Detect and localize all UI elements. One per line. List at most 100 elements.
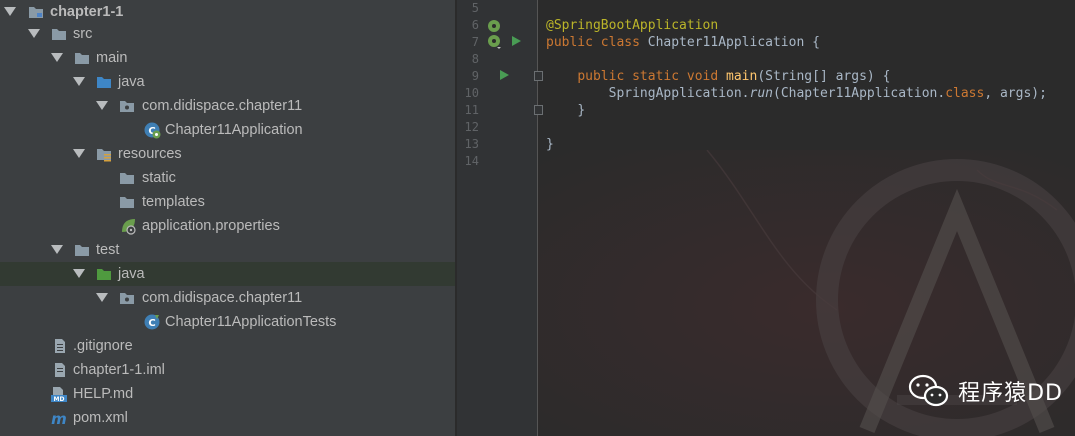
- tree-item-package-test[interactable]: com.didispace.chapter11: [0, 286, 455, 310]
- keyword-token: public class: [546, 35, 640, 50]
- chevron-down-icon[interactable]: [51, 53, 63, 62]
- tree-item-chapter11applicationtests[interactable]: C Chapter11ApplicationTests: [0, 310, 455, 334]
- tree-item-label: resources: [118, 146, 182, 162]
- iml-file-icon: [52, 362, 68, 378]
- tree-item-label: .gitignore: [73, 338, 133, 354]
- line-number: 12: [464, 120, 479, 134]
- line-number: 9: [471, 69, 479, 83]
- fold-marker-icon[interactable]: [534, 105, 543, 115]
- chevron-down-icon[interactable]: [96, 101, 108, 110]
- tree-item-static[interactable]: static: [0, 166, 455, 190]
- tree-item-label: Chapter11ApplicationTests: [165, 314, 337, 330]
- line-number: 11: [464, 103, 479, 117]
- tree-item-label: main: [96, 50, 128, 66]
- chevron-down-icon[interactable]: [73, 269, 85, 278]
- resources-folder-icon: [96, 146, 112, 162]
- line-number: 5: [471, 1, 479, 15]
- spring-boot-class-icon: C: [143, 121, 161, 139]
- tree-item-application-properties[interactable]: application.properties: [0, 214, 455, 238]
- static-call-token: run: [749, 86, 773, 101]
- folder-icon: [74, 50, 90, 66]
- tree-item-label: application.properties: [142, 218, 280, 234]
- tree-item-label: templates: [142, 194, 205, 210]
- brace-token: }: [546, 137, 554, 152]
- keyword-token: class: [945, 86, 985, 101]
- svg-text:MD: MD: [54, 396, 65, 402]
- text-file-icon: [52, 338, 68, 354]
- chevron-down-icon[interactable]: [73, 77, 85, 86]
- tree-item-src[interactable]: src: [0, 22, 455, 46]
- module-folder-icon: [28, 4, 44, 20]
- tree-item-label: static: [142, 170, 176, 186]
- package-icon: [119, 98, 135, 114]
- folder-icon: [51, 26, 67, 42]
- line-number: 14: [464, 154, 479, 168]
- wechat-icon: [909, 374, 949, 407]
- class-name-token: Chapter11Application {: [639, 35, 820, 50]
- tree-item-label: com.didispace.chapter11: [142, 98, 303, 114]
- tree-item-chapter11application[interactable]: C Chapter11Application: [0, 118, 455, 142]
- code-line-11: }: [546, 102, 585, 119]
- ide-window: chapter1-1 src main java com.didispace.c…: [0, 0, 1075, 436]
- tree-item-label: java: [118, 74, 145, 90]
- tree-item-java-main[interactable]: java: [0, 70, 455, 94]
- annotation-token: @SpringBootApplication: [546, 18, 719, 33]
- keyword-token: public static void: [577, 69, 719, 84]
- tree-item-test[interactable]: test: [0, 238, 455, 262]
- args-token: (Chapter11Application.: [773, 86, 946, 101]
- tree-item-resources[interactable]: resources: [0, 142, 455, 166]
- tree-item-label: chapter1-1.iml: [73, 362, 165, 378]
- watermark-text: 程序猿DD: [958, 381, 1063, 406]
- line-number: 6: [471, 18, 479, 32]
- tree-item-label: test: [96, 242, 120, 258]
- project-tree-panel: chapter1-1 src main java com.didispace.c…: [0, 0, 455, 436]
- tree-item-chapter1-1[interactable]: chapter1-1: [0, 0, 455, 24]
- code-line-7: public class Chapter11Application {: [546, 34, 820, 51]
- tree-item-label: java: [118, 266, 145, 282]
- folder-icon: [119, 170, 135, 186]
- tree-item-main[interactable]: main: [0, 46, 455, 70]
- code-line-9: public static void main(String[] args) {: [546, 68, 890, 85]
- package-icon: [119, 290, 135, 306]
- fold-marker-icon[interactable]: [534, 71, 543, 81]
- tree-item-templates[interactable]: templates: [0, 190, 455, 214]
- method-name-token: main: [718, 69, 758, 84]
- chevron-down-icon[interactable]: [96, 293, 108, 302]
- source-folder-icon: [96, 74, 112, 90]
- tree-item-java-test[interactable]: java: [0, 262, 455, 286]
- spring-properties-icon: [119, 217, 137, 235]
- run-icon[interactable]: [500, 70, 509, 80]
- maven-file-icon: m: [50, 410, 68, 428]
- tree-item-label: Chapter11Application: [165, 122, 303, 138]
- line-number: 8: [471, 52, 479, 66]
- params-token: (String[] args) {: [757, 69, 891, 84]
- code-line-10: SpringApplication.run(Chapter11Applicati…: [546, 85, 1047, 102]
- wechat-watermark: 程序猿DD: [908, 374, 1063, 408]
- spring-bean-icon[interactable]: [487, 18, 501, 32]
- code-editor[interactable]: 5 6 7 8 9 10 11 12 13 14 @SpringBootAppl…: [457, 0, 1075, 436]
- brace-token: }: [577, 103, 586, 118]
- line-number: 10: [464, 86, 479, 100]
- tree-item-label: src: [73, 26, 93, 42]
- folder-icon: [119, 194, 135, 210]
- chevron-down-icon[interactable]: [28, 29, 40, 38]
- tree-item-gitignore[interactable]: .gitignore: [0, 334, 455, 358]
- line-number: 13: [464, 137, 479, 151]
- tree-item-pom-xml[interactable]: m pom.xml: [0, 406, 455, 430]
- class-ref-token: SpringApplication.: [608, 86, 750, 101]
- chevron-down-icon[interactable]: [73, 149, 85, 158]
- tree-item-help-md[interactable]: MD HELP.md: [0, 382, 455, 406]
- spring-context-icon[interactable]: [487, 34, 503, 50]
- gutter-divider: [537, 0, 538, 436]
- chevron-down-icon[interactable]: [51, 245, 63, 254]
- tree-item-label: pom.xml: [73, 410, 128, 426]
- code-line-13: }: [546, 136, 554, 153]
- tree-item-label: HELP.md: [73, 386, 134, 402]
- test-source-folder-icon: [96, 266, 112, 282]
- tree-item-package[interactable]: com.didispace.chapter11: [0, 94, 455, 118]
- chevron-down-icon[interactable]: [4, 7, 16, 16]
- tree-item-iml[interactable]: chapter1-1.iml: [0, 358, 455, 382]
- run-icon[interactable]: [512, 36, 521, 46]
- test-class-icon: C: [143, 313, 161, 331]
- svg-text:C: C: [148, 318, 155, 329]
